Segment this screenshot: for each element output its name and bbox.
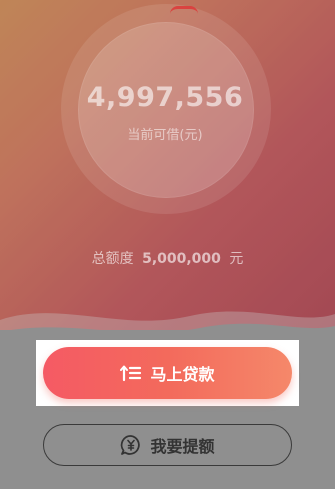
borrow-now-label: 马上贷款: [150, 365, 215, 384]
list-up-arrow-icon: [120, 364, 142, 382]
raise-limit-button[interactable]: 我要提额: [43, 424, 292, 466]
available-amount: 4,997,556: [86, 82, 244, 113]
total-credit-label: 总额度: [91, 251, 134, 267]
available-amount-caption: 当前可借(元): [127, 128, 203, 143]
total-credit-value: 5,000,000: [142, 251, 221, 267]
yen-chat-icon: [120, 434, 142, 456]
credit-ring-progress-arc: [170, 6, 198, 17]
borrow-now-button[interactable]: 马上贷款: [43, 347, 292, 399]
total-credit-line: 总额度 5,000,000 元: [0, 248, 335, 268]
raise-limit-label: 我要提额: [150, 437, 215, 456]
total-credit-unit: 元: [229, 251, 244, 267]
